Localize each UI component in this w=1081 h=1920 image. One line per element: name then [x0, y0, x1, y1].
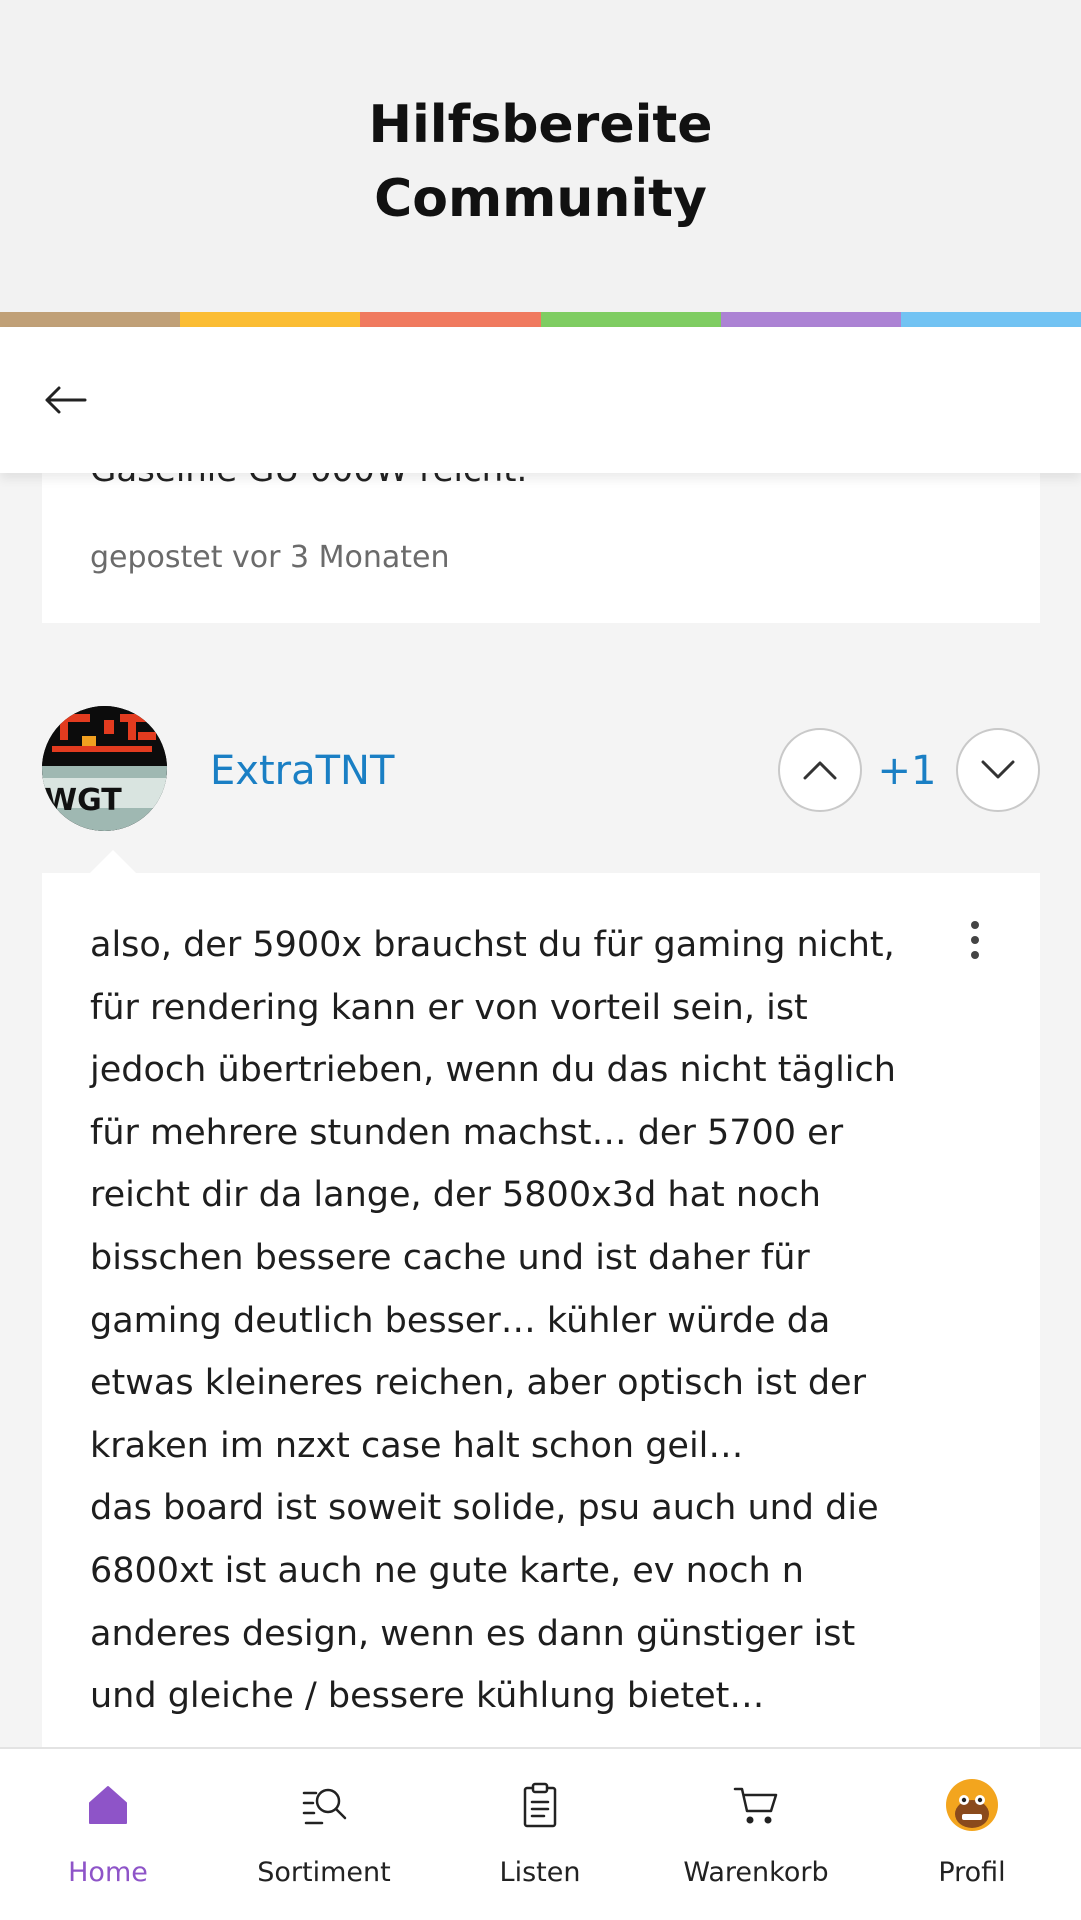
- reply-line: reicht dir da lange, der 5800x3d hat noc…: [90, 1175, 821, 1216]
- color-stripe-segment: [0, 312, 181, 327]
- page-title-line2: Community: [374, 169, 707, 229]
- vote-count: +1: [877, 748, 937, 794]
- cart-icon: [728, 1777, 784, 1833]
- color-stripe-segment: [720, 312, 901, 327]
- reply-line: für mehrere stunden machst… der 5700 er: [90, 1112, 844, 1153]
- reply-line: jedoch übertrieben, wenn du das nicht tä…: [90, 1050, 896, 1091]
- reply-line: das board ist soweit solide, psu auch un…: [90, 1488, 879, 1529]
- nav-home[interactable]: Home: [0, 1749, 216, 1920]
- home-icon: [80, 1777, 136, 1833]
- reply-line: anderes design, wenn es dann günstiger i…: [90, 1613, 856, 1654]
- color-stripe-segment: [540, 312, 721, 327]
- nav-label-warenkorb: Warenkorb: [683, 1857, 829, 1888]
- reply-body: also, der 5900x brauchst du für gaming n…: [90, 914, 990, 1728]
- downvote-button[interactable]: [956, 728, 1040, 812]
- reply-line: also, der 5900x brauchst du für gaming n…: [90, 925, 895, 965]
- page-title: Hilfsbereite Community: [0, 88, 1081, 236]
- nav-profil[interactable]: Profil: [864, 1749, 1080, 1920]
- community-header: Hilfsbereite Community: [0, 0, 1081, 312]
- avatar-image: WGT: [42, 706, 167, 831]
- search-list-icon: [296, 1777, 352, 1833]
- profile-avatar-icon: [944, 1777, 1000, 1833]
- nav-label-profil: Profil: [938, 1857, 1006, 1888]
- color-stripe-segment: [900, 312, 1081, 327]
- chevron-down-icon: [981, 760, 1015, 779]
- reply-line: bisschen bessere cache und ist daher für: [90, 1237, 810, 1278]
- color-stripe-segment: [180, 312, 361, 327]
- reply-card-pointer: [89, 850, 137, 874]
- nav-bar: [0, 327, 1081, 473]
- avatar[interactable]: WGT: [42, 706, 167, 831]
- avatar-letters: WGT: [44, 783, 122, 818]
- chevron-up-icon: [803, 761, 837, 780]
- back-button[interactable]: [30, 365, 100, 435]
- clipboard-icon: [512, 1777, 568, 1833]
- author-username[interactable]: ExtraTNT: [210, 748, 394, 794]
- reply-line: gaming deutlich besser… kühler würde da: [90, 1300, 831, 1341]
- nav-warenkorb[interactable]: Warenkorb: [648, 1749, 864, 1920]
- reply-line: etwas kleineres reichen, aber optisch is…: [90, 1363, 866, 1404]
- nav-label-listen: Listen: [499, 1857, 581, 1888]
- nav-listen[interactable]: Listen: [432, 1749, 648, 1920]
- color-stripe: [0, 312, 1081, 327]
- upvote-button[interactable]: [778, 728, 862, 812]
- page-title-line1: Hilfsbereite: [368, 95, 713, 155]
- nav-sortiment[interactable]: Sortiment: [216, 1749, 432, 1920]
- reply-line: für rendering kann er von vorteil sein, …: [90, 987, 808, 1028]
- reply-line: und gleiche / bessere kühlung bietet…: [90, 1676, 765, 1717]
- arrow-left-icon: [45, 386, 87, 414]
- color-stripe-segment: [360, 312, 541, 327]
- reply-line: 6800xt ist auch ne gute karte, ev noch n: [90, 1550, 804, 1591]
- posted-time: gepostet vor 3 Monaten: [90, 540, 450, 575]
- nav-label-sortiment: Sortiment: [257, 1857, 391, 1888]
- page: Hilfsbereite Community Gaseinle GU 000W …: [0, 0, 1081, 1920]
- nav-label-home: Home: [68, 1857, 148, 1888]
- reply-line: kraken im nzxt case halt schon geil…: [90, 1425, 744, 1466]
- bottom-navigation: Home Sortiment Listen Warenkorb Profil: [0, 1747, 1081, 1920]
